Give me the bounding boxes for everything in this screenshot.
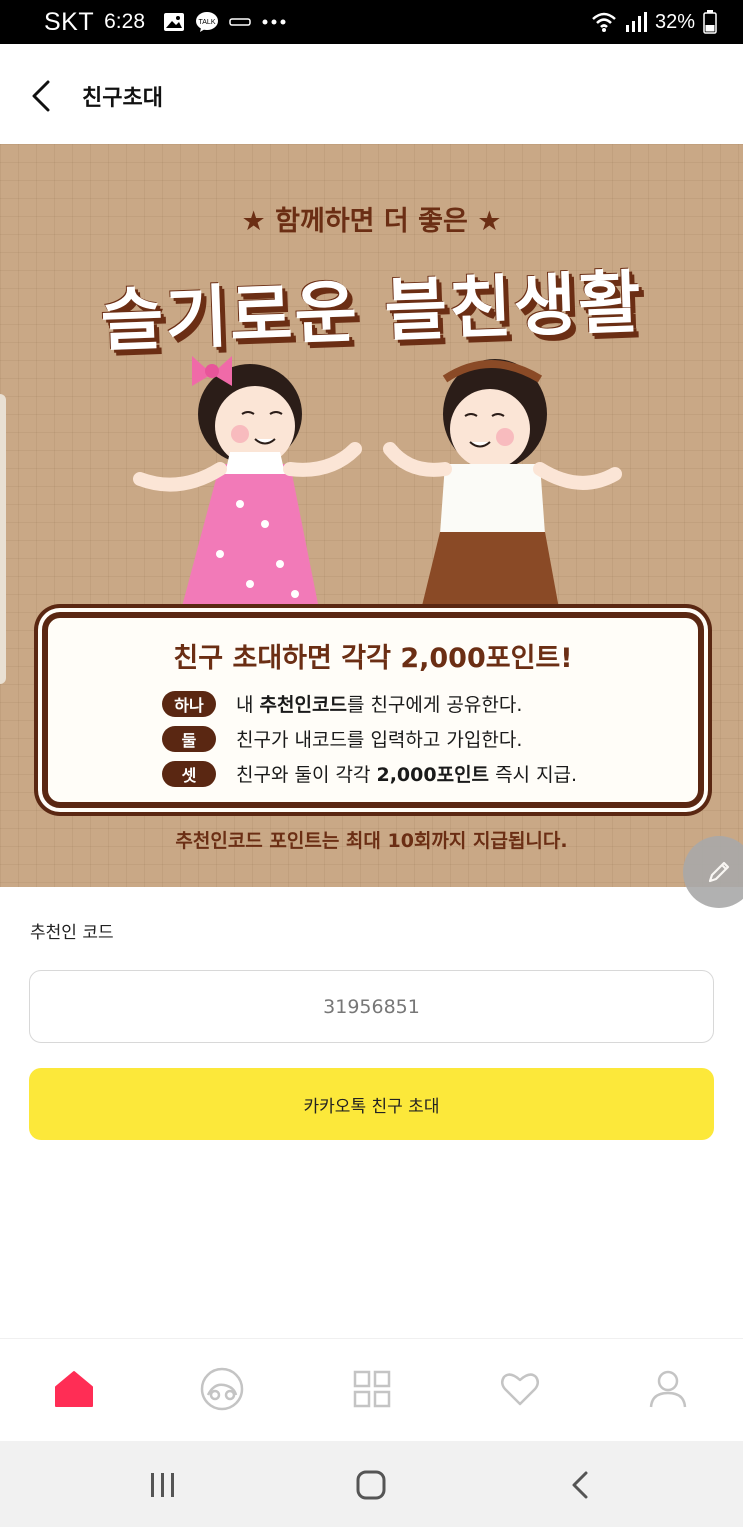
step-row: 하나 내 추천인코드를 친구에게 공유한다.	[162, 686, 682, 721]
step-text: 친구가 내코드를 입력하고 가입한다.	[236, 729, 523, 751]
left-girl	[133, 356, 362, 614]
nav-home[interactable]	[52, 1367, 96, 1411]
step-text: 내 추천인코드를 친구에게 공유한다.	[236, 694, 523, 716]
wifi-icon	[591, 11, 617, 33]
nav-favorites[interactable]	[498, 1367, 542, 1411]
profile-icon	[649, 1370, 687, 1408]
heart-icon	[501, 1373, 539, 1406]
step-badge: 셋	[162, 760, 216, 787]
nav-categories[interactable]	[350, 1367, 394, 1411]
edit-floating-button[interactable]	[683, 836, 743, 908]
step-row: 둘 친구가 내코드를 입력하고 가입한다.	[162, 721, 682, 756]
back-button[interactable]	[26, 76, 56, 116]
promo-banner: ★ 함께하면 더 좋은 ★ 슬기로운 블친생활 친구 초대하면 각각 2,000…	[0, 144, 743, 887]
steps-list: 하나 내 추천인코드를 친구에게 공유한다. 둘 친구가 내코드를 입력하고 가…	[162, 686, 682, 791]
step-text: 친구와 둘이 각각 2,000포인트 즉시 지급.	[236, 764, 578, 786]
two-girls-illustration	[133, 356, 622, 614]
talk-icon: TALK	[195, 11, 219, 33]
carrier-name: SKT	[44, 7, 95, 36]
back-arrow-icon	[32, 80, 50, 112]
nav-profile[interactable]	[646, 1367, 690, 1411]
discover-icon	[200, 1367, 244, 1411]
info-card: 친구 초대하면 각각 2,000포인트! 하나 내 추천인코드를 친구에게 공유…	[42, 612, 704, 808]
battery-percent: 32%	[654, 10, 695, 33]
referral-code-field[interactable]	[29, 970, 714, 1043]
right-girl	[383, 359, 622, 614]
status-bar: SKT 6:28 TALK 32%	[0, 0, 743, 44]
home-square-icon	[356, 1470, 386, 1500]
referral-code-label: 추천인 코드	[30, 923, 114, 943]
step-badge: 둘	[162, 725, 216, 752]
battery-icon	[703, 10, 717, 34]
back-system-button[interactable]	[560, 1465, 600, 1505]
recents-button[interactable]	[143, 1465, 183, 1505]
side-scroll-tab	[0, 394, 6, 684]
home-system-button[interactable]	[351, 1465, 391, 1505]
app-header: 친구초대	[0, 44, 743, 144]
pencil-icon	[708, 861, 730, 883]
back-system-icon	[572, 1471, 588, 1499]
gallery-icon	[163, 12, 185, 32]
kakao-invite-button[interactable]: 카카오톡 친구 초대	[29, 1068, 714, 1140]
page-title: 친구초대	[82, 86, 163, 111]
signal-icon	[625, 11, 647, 33]
status-right: 32%	[591, 10, 717, 34]
step-badge: 하나	[162, 690, 216, 717]
recents-icon	[151, 1473, 174, 1497]
grid-icon	[353, 1370, 391, 1408]
notification-icon	[229, 16, 251, 28]
more-dots-icon	[261, 18, 287, 26]
home-icon	[55, 1371, 93, 1407]
svg-text:TALK: TALK	[199, 19, 216, 26]
bottom-nav	[0, 1338, 743, 1441]
nav-discover[interactable]	[200, 1367, 244, 1411]
system-nav-bar	[0, 1441, 743, 1527]
status-left: SKT 6:28 TALK	[44, 8, 287, 37]
banner-subtitle: ★ 함께하면 더 좋은 ★	[241, 206, 502, 237]
status-time: 6:28	[104, 10, 145, 33]
card-heading: 친구 초대하면 각각 2,000포인트!	[173, 643, 573, 674]
banner-note: 추천인코드 포인트는 최대 10회까지 지급됩니다.	[175, 830, 568, 852]
step-row: 셋 친구와 둘이 각각 2,000포인트 즉시 지급.	[162, 756, 682, 791]
